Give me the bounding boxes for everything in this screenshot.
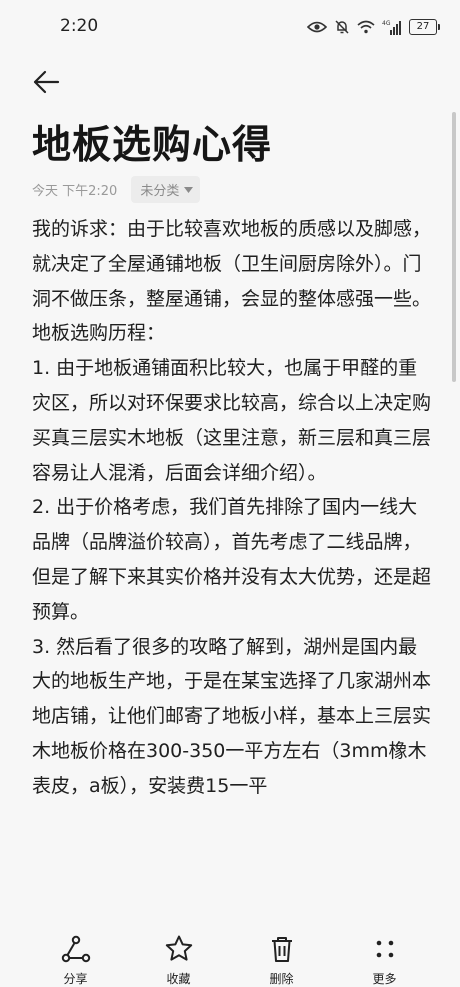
more-button[interactable]: 更多: [350, 920, 420, 987]
more-label: 更多: [372, 972, 397, 986]
note-paragraph: 3. 然后看了很多的攻略了解到，湖州是国内最大的地板生产地，于是在某宝选择了几家…: [32, 635, 432, 797]
note-meta: 今天 下午2:20 未分类: [32, 176, 201, 203]
note-paragraph: 2. 出于价格考虑，我们首先排除了国内一线大品牌（品牌溢价较高），首先考虑了二线…: [32, 496, 432, 623]
note-title[interactable]: 地板选购心得: [32, 114, 272, 170]
signal-icon: 4G: [382, 20, 402, 35]
caret-down-icon: [184, 186, 194, 193]
arrow-left-icon: [33, 70, 60, 94]
star-icon: [165, 935, 192, 961]
battery-level: 27: [409, 19, 437, 35]
favorite-button[interactable]: 收藏: [144, 920, 214, 987]
network-badge: 4G: [382, 20, 391, 27]
trash-icon: [271, 937, 292, 962]
wifi-icon: [357, 20, 375, 34]
battery-icon: 27: [409, 19, 440, 35]
eye-icon: [307, 20, 327, 34]
status-bar: 2:20 4G 27: [0, 0, 460, 56]
scrollbar[interactable]: [452, 112, 456, 382]
share-button[interactable]: 分享: [41, 920, 111, 987]
status-time: 2:20: [60, 16, 99, 36]
bottom-toolbar: 分享 收藏 删除 更多: [0, 920, 460, 987]
back-button[interactable]: [28, 64, 64, 100]
favorite-label: 收藏: [166, 972, 191, 986]
mute-bell-icon: [334, 19, 350, 35]
note-paragraph: 1. 由于地板通铺面积比较大，也属于甲醛的重灾区，所以对环保要求比较高，综合以上…: [32, 357, 432, 484]
share-label: 分享: [63, 972, 88, 986]
status-icons: 4G 27: [307, 19, 440, 35]
more-dots-icon: [376, 940, 393, 958]
category-dropdown[interactable]: 未分类: [131, 176, 201, 203]
delete-label: 删除: [269, 972, 294, 986]
share-icon: [61, 935, 90, 963]
category-label: 未分类: [140, 184, 180, 199]
note-paragraph: 地板选购历程：: [32, 322, 166, 345]
note-date: 今天 下午2:20: [32, 184, 118, 199]
note-body[interactable]: 我的诉求：由于比较喜欢地板的质感以及脚感，就决定了全屋通铺地板（卫生间厨房除外）…: [32, 212, 432, 917]
note-paragraph: 我的诉求：由于比较喜欢地板的质感以及脚感，就决定了全屋通铺地板（卫生间厨房除外）…: [32, 218, 432, 310]
delete-button[interactable]: 删除: [247, 920, 317, 987]
